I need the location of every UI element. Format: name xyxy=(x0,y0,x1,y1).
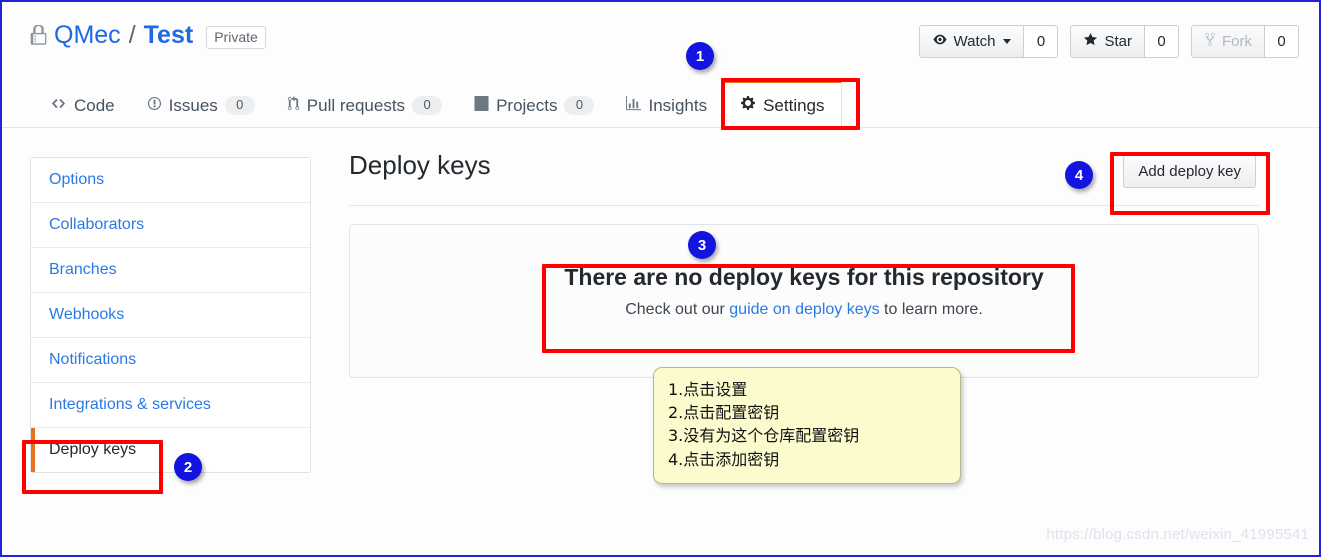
tab-pull-requests-count: 0 xyxy=(412,96,443,115)
tab-insights-label: Insights xyxy=(648,95,708,115)
watch-button-label: Watch xyxy=(953,33,996,50)
repository-name-link[interactable]: Test xyxy=(144,23,194,48)
sidebar-item-collaborators[interactable]: Collaborators xyxy=(31,203,310,248)
repository-title: QMec / Test Private xyxy=(30,21,266,50)
empty-state-title: There are no deploy keys for this reposi… xyxy=(564,264,1044,290)
watch-count[interactable]: 0 xyxy=(1024,25,1059,58)
tab-issues[interactable]: Issues 0 xyxy=(131,80,271,128)
code-icon xyxy=(50,96,67,116)
tab-pull-requests[interactable]: Pull requests 0 xyxy=(271,80,458,128)
tab-code[interactable]: Code xyxy=(34,80,131,128)
watch-button-group[interactable]: Watch 0 xyxy=(918,25,1059,58)
star-icon xyxy=(1083,32,1098,51)
fork-button-label: Fork xyxy=(1222,33,1252,50)
instruction-note-line: 1.点击设置 xyxy=(668,380,748,399)
graph-icon xyxy=(626,95,642,116)
settings-main-content: Deploy keys Add deploy key There are no … xyxy=(349,147,1259,378)
sidebar-item-label: Deploy keys xyxy=(49,441,137,458)
repository-separator: / xyxy=(128,21,136,49)
tab-settings-label: Settings xyxy=(763,95,825,115)
star-button[interactable]: Star xyxy=(1070,25,1145,58)
empty-state: There are no deploy keys for this reposi… xyxy=(350,263,1258,321)
sidebar-item-branches[interactable]: Branches xyxy=(31,248,310,293)
watermark: https://blog.csdn.net/weixin_41995541 xyxy=(1046,526,1309,543)
fork-icon xyxy=(1204,32,1216,51)
settings-sidebar: Options Collaborators Branches Webhooks … xyxy=(30,157,311,473)
status-badge-private: Private xyxy=(206,25,266,50)
eye-icon xyxy=(932,33,948,50)
chevron-down-icon xyxy=(1003,39,1012,44)
fork-count[interactable]: 0 xyxy=(1265,25,1299,58)
tab-code-label: Code xyxy=(74,95,115,115)
empty-state-description: Check out our guide on deploy keys to le… xyxy=(350,300,1258,321)
repository-action-buttons: Watch 0 Star 0 Fork 0 xyxy=(918,25,1299,58)
empty-state-desc-after: to learn more. xyxy=(879,300,983,318)
deploy-keys-header: Deploy keys Add deploy key xyxy=(349,147,1259,206)
settings-body: Options Collaborators Branches Webhooks … xyxy=(2,129,1319,555)
tab-projects[interactable]: Projects 0 xyxy=(458,80,610,128)
star-button-label: Star xyxy=(1104,33,1132,50)
sidebar-item-label: Collaborators xyxy=(49,216,145,233)
instruction-note-line: 3.没有为这个仓库配置密钥 xyxy=(668,426,860,446)
tab-projects-count: 0 xyxy=(564,96,595,115)
star-button-group[interactable]: Star 0 xyxy=(1070,25,1179,58)
github-repository-settings-page: QMec / Test Private Watch 0 Star 0 Fork … xyxy=(0,0,1321,557)
annotation-badge-2: 2 xyxy=(174,453,202,481)
project-icon xyxy=(474,95,489,116)
repository-nav: Code Issues 0 Pull requests 0 Projects 0… xyxy=(2,80,1319,129)
sidebar-item-integrations-services[interactable]: Integrations & services xyxy=(31,383,310,428)
sidebar-item-deploy-keys[interactable]: Deploy keys xyxy=(31,428,310,472)
tab-insights[interactable]: Insights xyxy=(610,80,723,128)
star-count[interactable]: 0 xyxy=(1145,25,1179,58)
git-pull-request-icon xyxy=(287,95,300,116)
repository-tab-list: Code Issues 0 Pull requests 0 Projects 0… xyxy=(34,80,842,129)
tab-projects-label: Projects xyxy=(496,95,558,115)
sidebar-item-options[interactable]: Options xyxy=(31,158,310,203)
sidebar-item-webhooks[interactable]: Webhooks xyxy=(31,293,310,338)
page-title: Deploy keys xyxy=(349,150,491,180)
empty-state-desc-before: Check out our xyxy=(625,300,730,318)
repository-owner-link[interactable]: QMec xyxy=(54,23,121,48)
sidebar-item-label: Notifications xyxy=(49,351,137,368)
sidebar-item-label: Branches xyxy=(49,261,117,278)
instruction-note-line: 4.点击添加密钥 xyxy=(668,449,780,469)
repository-header: QMec / Test Private Watch 0 Star 0 Fork … xyxy=(2,2,1319,80)
guide-on-deploy-keys-link[interactable]: guide on deploy keys xyxy=(729,301,879,318)
tab-issues-count: 0 xyxy=(224,96,255,115)
fork-button[interactable]: Fork xyxy=(1191,25,1265,58)
sidebar-item-label: Webhooks xyxy=(49,306,125,323)
sidebar-item-label: Integrations & services xyxy=(49,396,211,413)
add-deploy-key-button[interactable]: Add deploy key xyxy=(1123,155,1256,188)
sidebar-item-label: Options xyxy=(49,171,105,188)
annotation-badge-3: 3 xyxy=(688,231,716,259)
tab-settings[interactable]: Settings xyxy=(723,80,842,129)
issue-opened-icon xyxy=(147,96,162,116)
instruction-note: 1.点击设置 2.点击配置密钥 3.没有为这个仓库配置密钥 4.点击添加密钥 xyxy=(653,367,961,484)
fork-button-group[interactable]: Fork 0 xyxy=(1191,25,1299,58)
annotation-badge-1: 1 xyxy=(686,42,714,70)
sidebar-item-notifications[interactable]: Notifications xyxy=(31,338,310,383)
watch-button[interactable]: Watch xyxy=(918,25,1025,58)
lock-icon xyxy=(30,25,47,46)
deploy-keys-panel: There are no deploy keys for this reposi… xyxy=(349,224,1259,378)
tab-issues-label: Issues xyxy=(168,95,218,115)
instruction-note-line: 2.点击配置密钥 xyxy=(668,403,780,423)
gear-icon xyxy=(740,95,756,116)
tab-pull-requests-label: Pull requests xyxy=(306,95,406,115)
annotation-badge-4: 4 xyxy=(1065,161,1093,189)
